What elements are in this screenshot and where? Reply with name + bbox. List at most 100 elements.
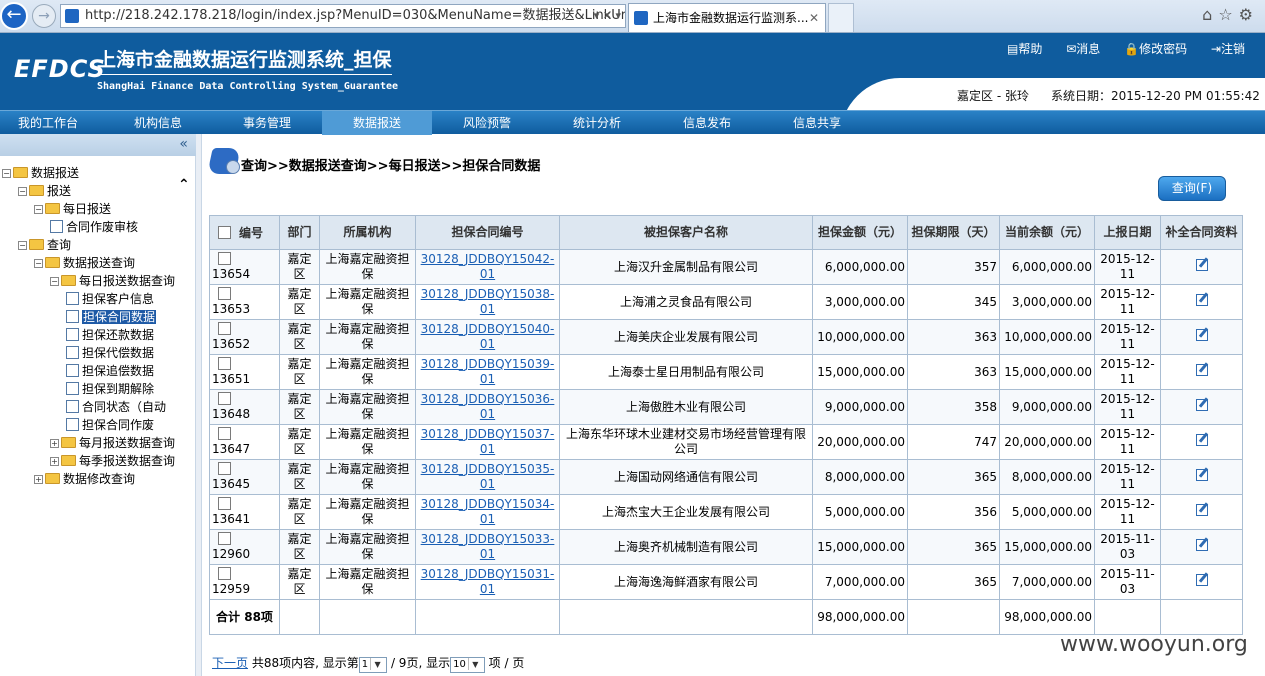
edit-icon[interactable] [1195, 259, 1208, 271]
contract-link[interactable]: 30128_JDDBQY15039-01 [421, 357, 555, 386]
change-password-link[interactable]: 🔒修改密码 [1124, 42, 1187, 56]
edit-icon[interactable] [1195, 469, 1208, 481]
contract-link[interactable]: 30128_JDDBQY15040-01 [421, 322, 555, 351]
expand-icon[interactable]: + [34, 475, 43, 484]
contract-link[interactable]: 30128_JDDBQY15036-01 [421, 392, 555, 421]
tree-node[interactable]: + 每月报送数据查询 [50, 434, 175, 452]
edit-icon[interactable] [1195, 294, 1208, 306]
edit-icon[interactable] [1195, 329, 1208, 341]
page-size-select[interactable]: 10 ▼ [450, 657, 485, 673]
tree-node[interactable]: + 数据修改查询 [34, 470, 135, 488]
query-button[interactable]: 查询(F) [1158, 176, 1226, 201]
scroll-up-icon[interactable]: ⌃ [178, 177, 190, 193]
tree-node[interactable]: 担保合同数据 [66, 308, 157, 326]
edit-icon[interactable] [1195, 364, 1208, 376]
tree-node[interactable]: − 每日报送数据查询 [50, 272, 175, 290]
nav-item[interactable]: 我的工作台 [18, 111, 78, 135]
edit-icon[interactable] [1195, 504, 1208, 516]
document-icon [66, 346, 79, 359]
expand-icon[interactable]: + [50, 439, 59, 448]
tree-node[interactable]: − 数据报送查询 [34, 254, 135, 272]
collapse-icon[interactable]: − [34, 205, 43, 214]
org-cell: 上海嘉定融资担保 [319, 424, 416, 460]
tree-node[interactable]: + 每季报送数据查询 [50, 452, 175, 470]
logout-link[interactable]: ⇥注销 [1211, 42, 1245, 56]
column-header: 担保期限（天） [907, 215, 1000, 250]
expand-icon[interactable]: + [50, 457, 59, 466]
row-checkbox[interactable] [218, 252, 231, 265]
page-select[interactable]: 1 ▼ [358, 657, 388, 673]
tree-node[interactable]: − 报送 [18, 182, 71, 200]
edit-icon[interactable] [1195, 399, 1208, 411]
collapse-icon[interactable]: − [34, 259, 43, 268]
days-cell: 365 [907, 529, 1000, 565]
tree-node[interactable]: − 查询 [18, 236, 71, 254]
column-header: 担保合同编号 [415, 215, 560, 250]
row-checkbox[interactable] [218, 497, 231, 510]
browser-tab[interactable]: 上海市金融数据运行监测系... ✕ [628, 3, 826, 32]
message-link[interactable]: ✉消息 [1066, 42, 1100, 56]
collapse-icon[interactable]: − [50, 277, 59, 286]
forward-button[interactable]: → [32, 4, 56, 28]
tree-node[interactable]: 合同作废审核 [50, 218, 138, 236]
total-label: 合计 88项 [209, 599, 280, 635]
tree-node[interactable]: 合同状态（自动 [66, 398, 166, 416]
collapse-icon[interactable]: − [2, 169, 11, 178]
document-icon [50, 220, 63, 233]
address-bar[interactable]: http://218.242.178.218/login/index.jsp?M… [60, 4, 626, 28]
row-checkbox[interactable] [218, 427, 231, 440]
contract-link[interactable]: 30128_JDDBQY15037-01 [421, 427, 555, 456]
tree-node[interactable]: 担保还款数据 [66, 326, 154, 344]
tree-node[interactable]: 担保客户信息 [66, 290, 154, 308]
pane-splitter[interactable] [196, 134, 202, 676]
edit-icon[interactable] [1195, 574, 1208, 586]
address-controls-icon[interactable]: ▾ ✕ ▾ [594, 5, 621, 27]
tree-node[interactable]: 担保到期解除 [66, 380, 154, 398]
row-checkbox[interactable] [218, 532, 231, 545]
nav-item[interactable]: 信息发布 [683, 111, 731, 135]
close-tab-icon[interactable]: ✕ [809, 4, 819, 32]
edit-icon[interactable] [1195, 539, 1208, 551]
contract-link[interactable]: 30128_JDDBQY15031-01 [421, 567, 555, 596]
empty-cell [1094, 599, 1161, 635]
row-checkbox[interactable] [218, 567, 231, 580]
nav-item[interactable]: 信息共享 [793, 111, 841, 135]
row-checkbox[interactable] [218, 322, 231, 335]
edit-cell [1160, 389, 1243, 425]
contract-link[interactable]: 30128_JDDBQY15042-01 [421, 252, 555, 281]
favorites-icon[interactable]: ☆ [1218, 5, 1238, 24]
select-all-checkbox[interactable] [218, 225, 231, 239]
nav-item[interactable]: 事务管理 [243, 111, 291, 135]
tree-node-label: 担保追偿数据 [82, 364, 155, 378]
contract-link[interactable]: 30128_JDDBQY15034-01 [421, 497, 555, 526]
row-checkbox[interactable] [218, 357, 231, 370]
edit-icon[interactable] [1195, 434, 1208, 446]
nav-item[interactable]: 数据报送 [322, 111, 432, 135]
row-checkbox[interactable] [218, 287, 231, 300]
tree-node[interactable]: 担保代偿数据 [66, 344, 154, 362]
org-cell: 上海嘉定融资担保 [319, 354, 416, 390]
home-icon[interactable]: ⌂ [1202, 5, 1218, 24]
nav-item[interactable]: 风险预警 [463, 111, 511, 135]
contract-link[interactable]: 30128_JDDBQY15035-01 [421, 462, 555, 491]
collapse-pane-button[interactable]: « [0, 134, 196, 156]
tree-node[interactable]: − 每日报送 [34, 200, 111, 218]
tree-node[interactable]: 担保合同作废 [66, 416, 154, 434]
nav-item[interactable]: 机构信息 [134, 111, 182, 135]
row-checkbox[interactable] [218, 462, 231, 475]
tree-node[interactable]: − 数据报送 [2, 164, 79, 182]
collapse-icon[interactable]: − [18, 187, 27, 196]
tree-node[interactable]: 担保追偿数据 [66, 362, 154, 380]
contract-link[interactable]: 30128_JDDBQY15033-01 [421, 532, 555, 561]
help-link[interactable]: ▤帮助 [1007, 42, 1042, 56]
contract-link[interactable]: 30128_JDDBQY15038-01 [421, 287, 555, 316]
back-button[interactable]: ← [0, 2, 28, 30]
amount-cell: 8,000,000.00 [812, 459, 908, 495]
new-tab-button[interactable] [828, 3, 854, 32]
next-page-link[interactable]: 下一页 [212, 656, 248, 670]
dept-cell: 嘉定区 [279, 459, 320, 495]
gear-icon[interactable]: ⚙ [1239, 5, 1259, 24]
collapse-icon[interactable]: − [18, 241, 27, 250]
nav-item[interactable]: 统计分析 [573, 111, 621, 135]
row-checkbox[interactable] [218, 392, 231, 405]
